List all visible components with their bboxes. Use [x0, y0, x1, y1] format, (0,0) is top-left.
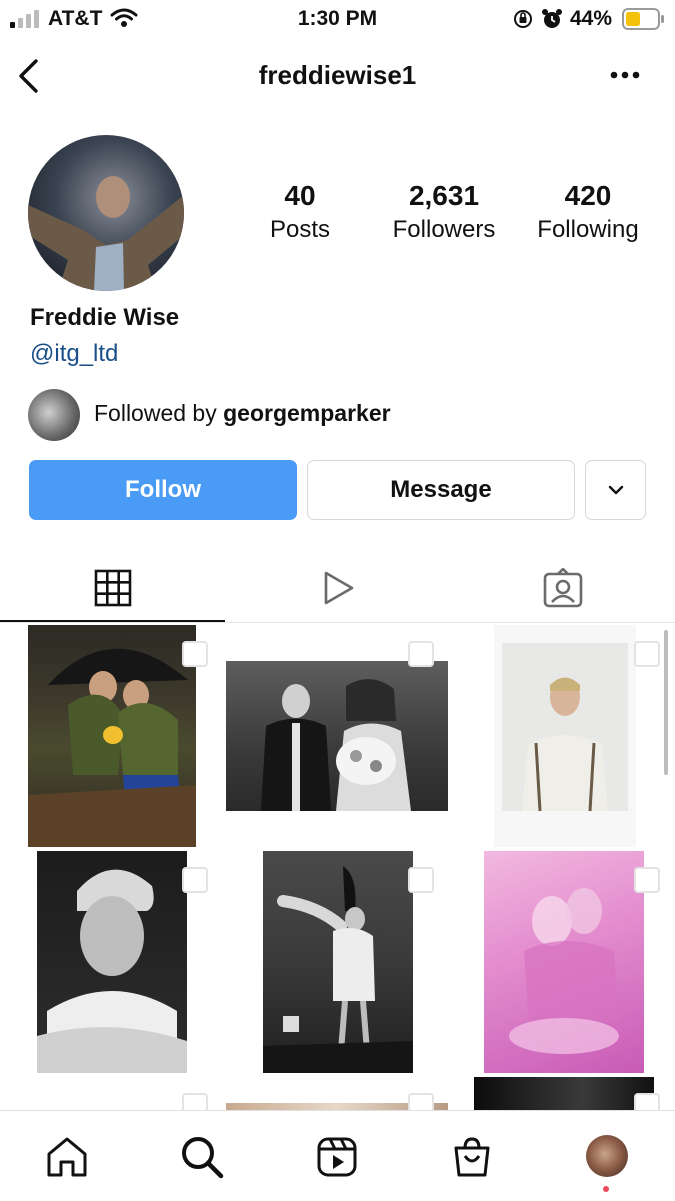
carousel-icon: [182, 1093, 208, 1110]
followed-by-prefix: Followed by: [94, 400, 217, 426]
notification-dot: [603, 1186, 609, 1192]
posts-label: Posts: [269, 216, 331, 243]
message-button[interactable]: Message: [307, 460, 575, 520]
nav-search[interactable]: [180, 1135, 224, 1179]
suggested-accounts-button[interactable]: [585, 460, 646, 520]
carousel-icon: [408, 1093, 434, 1110]
chevron-down-icon: [608, 485, 623, 495]
profile-avatar[interactable]: [28, 135, 184, 291]
tab-divider: [0, 622, 675, 623]
search-icon: [182, 1137, 224, 1179]
battery-percent: 44%: [570, 7, 613, 30]
tab-posts-grid[interactable]: [0, 558, 225, 618]
following-label: Following: [537, 216, 639, 243]
reels-play-icon: [324, 571, 353, 605]
carousel-icon: [408, 641, 434, 667]
post-thumbnail-8[interactable]: [226, 1077, 448, 1110]
profile-handle-link[interactable]: @itg_ltd: [30, 340, 118, 368]
carousel-icon: [634, 641, 660, 667]
tagged-user-icon: [543, 568, 582, 608]
scrollbar[interactable]: [664, 630, 668, 775]
photo-wedding-couple: [226, 661, 448, 811]
following-count: 420: [564, 180, 612, 211]
battery-icon: [622, 8, 664, 30]
post-thumbnail-1[interactable]: [0, 625, 222, 847]
photo-pink-painting: [484, 851, 644, 1073]
grid-icon: [94, 569, 131, 607]
reels-icon: [317, 1137, 357, 1177]
home-icon: [47, 1137, 87, 1177]
tab-tagged[interactable]: [450, 558, 675, 618]
nav-profile-avatar[interactable]: [586, 1135, 628, 1177]
follow-button[interactable]: Follow: [29, 460, 297, 520]
alarm-icon: [542, 9, 562, 28]
carousel-icon: [634, 867, 660, 893]
followed-by-avatar[interactable]: [28, 389, 80, 441]
carousel-icon: [634, 1093, 660, 1110]
carousel-icon: [182, 641, 208, 667]
profile-username: freddiewise1: [258, 60, 417, 90]
stat-followers[interactable]: 2,631 Followers: [374, 180, 514, 244]
avatar-figure: [28, 176, 184, 291]
profile-full-name: Freddie Wise: [30, 304, 180, 331]
post-thumbnail-7[interactable]: [0, 1077, 222, 1110]
status-bar: AT&T 1:30 PM 44%: [0, 0, 675, 40]
nav-home[interactable]: [45, 1135, 89, 1179]
carousel-icon: [182, 867, 208, 893]
photo-couple-umbrella: [28, 625, 196, 847]
followed-by-user[interactable]: georgemparker: [223, 400, 390, 426]
photo-bw-portrait: [37, 851, 187, 1073]
followers-count: 2,631: [408, 180, 480, 211]
orientation-lock-icon: [514, 10, 532, 28]
followers-label: Followers: [392, 216, 496, 243]
stat-following[interactable]: 420 Following: [518, 180, 658, 244]
carousel-icon: [408, 867, 434, 893]
post-thumbnail-4[interactable]: [0, 851, 222, 1073]
post-thumbnail-9[interactable]: [452, 1077, 674, 1110]
tab-reels[interactable]: [225, 558, 450, 618]
posts-count: 40: [284, 180, 316, 211]
more-options-icon[interactable]: [610, 70, 640, 80]
nav-reels[interactable]: [315, 1135, 359, 1179]
post-thumbnail-3[interactable]: [452, 625, 674, 847]
post-thumbnail-5[interactable]: [226, 851, 448, 1073]
followed-by-text[interactable]: Followed by georgemparker: [94, 400, 391, 427]
photo-dancing-woman: [263, 851, 413, 1073]
post-thumbnail-2[interactable]: [226, 625, 448, 847]
shop-bag-icon: [454, 1137, 490, 1177]
nav-shop[interactable]: [450, 1135, 494, 1179]
post-thumbnail-6[interactable]: [452, 851, 674, 1073]
photo-polaroid-portrait: [494, 625, 636, 847]
photo-partial-dark: [474, 1077, 654, 1110]
stat-posts[interactable]: 40 Posts: [230, 180, 370, 244]
